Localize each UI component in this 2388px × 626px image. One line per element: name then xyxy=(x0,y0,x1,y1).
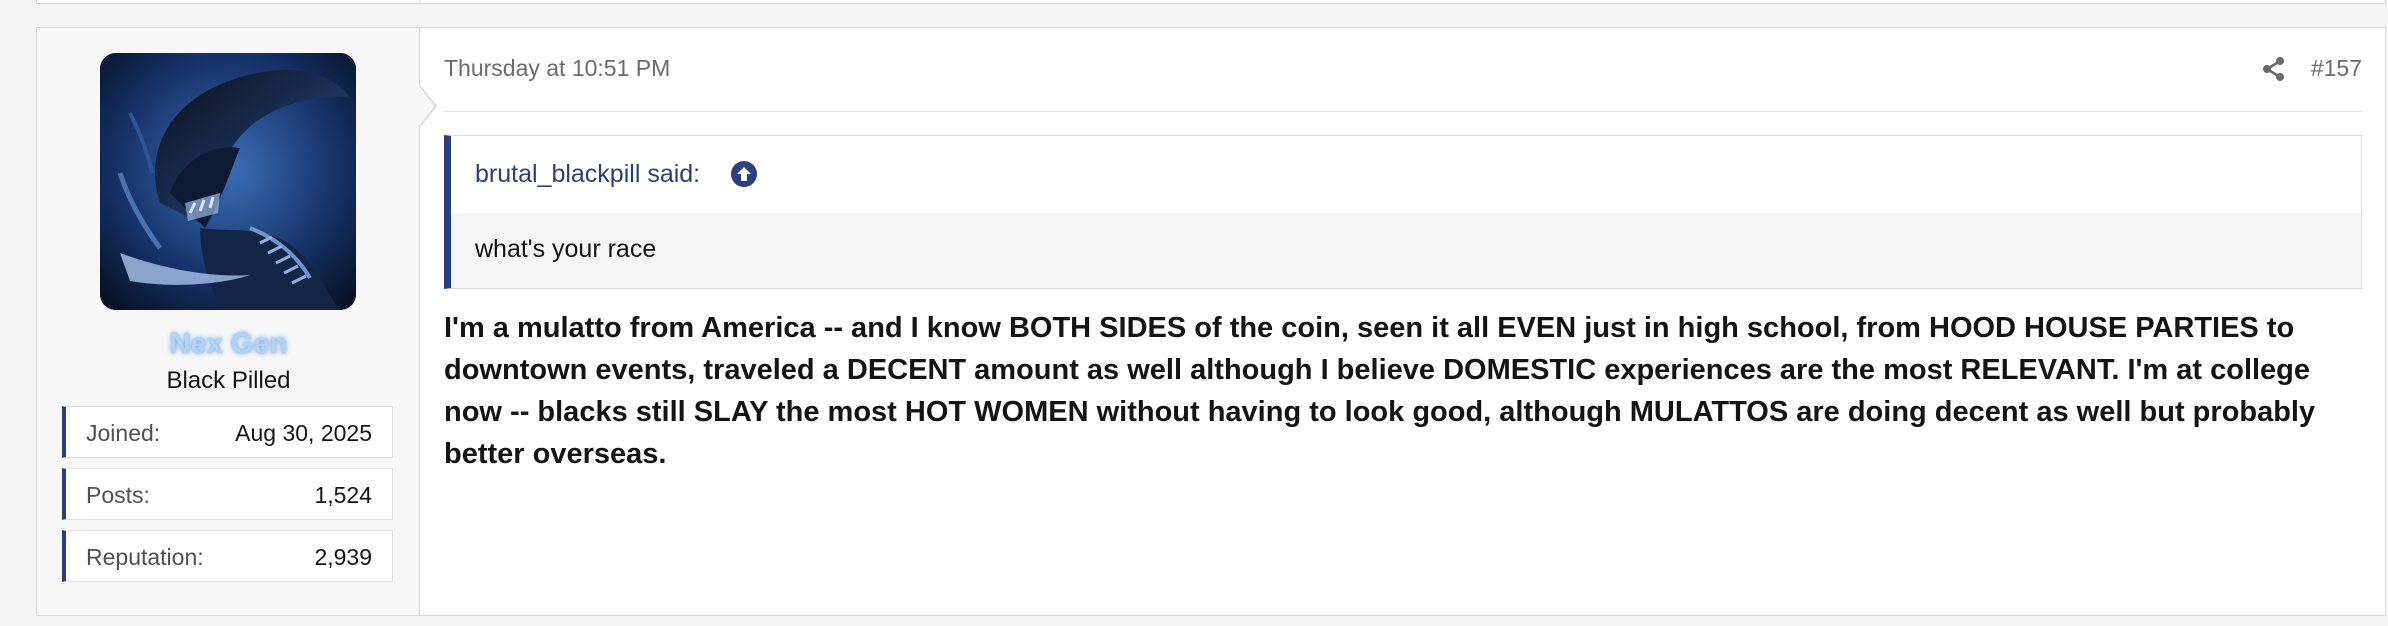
user-info-column: Nex Gen Black Pilled Joined: Aug 30, 202… xyxy=(37,28,420,615)
user-stats: Joined: Aug 30, 2025 Posts: 1,524 Reputa… xyxy=(62,406,393,592)
stat-posts: Posts: 1,524 xyxy=(62,468,393,520)
stat-value: 2,939 xyxy=(314,544,372,570)
forum-post: Nex Gen Black Pilled Joined: Aug 30, 202… xyxy=(36,27,2386,616)
quote-block: brutal_blackpill said: what's your race xyxy=(444,135,2362,289)
post-pointer-arrow xyxy=(418,84,437,128)
stat-joined: Joined: Aug 30, 2025 xyxy=(62,406,393,458)
stat-label: Reputation: xyxy=(86,544,204,570)
post-message: I'm a mulatto from America -- and I know… xyxy=(444,312,2316,470)
arrow-up-circle-icon[interactable] xyxy=(730,160,758,188)
stat-reputation: Reputation: 2,939 xyxy=(62,530,393,582)
post-header: Thursday at 10:51 PM #157 xyxy=(444,28,2362,112)
avatar[interactable] xyxy=(100,53,356,310)
share-icon[interactable] xyxy=(2260,55,2288,83)
quote-author[interactable]: brutal_blackpill said: xyxy=(475,160,700,189)
stat-label: Joined: xyxy=(86,420,161,446)
previous-post-edge xyxy=(36,0,2386,4)
username[interactable]: Nex Gen xyxy=(37,328,420,361)
quote-body: what's your race xyxy=(451,213,2361,288)
post-date[interactable]: Thursday at 10:51 PM xyxy=(444,55,670,82)
stat-value: 1,524 xyxy=(314,482,372,508)
stat-label: Posts: xyxy=(86,482,150,508)
post-content: Thursday at 10:51 PM #157 brutal_blackpi… xyxy=(444,28,2385,615)
stat-value: Aug 30, 2025 xyxy=(235,420,372,446)
user-title: Black Pilled xyxy=(166,367,291,394)
previous-post-divider xyxy=(419,0,420,3)
alien-avatar-image xyxy=(100,53,356,310)
post-number[interactable]: #157 xyxy=(2311,55,2362,82)
quote-header: brutal_blackpill said: xyxy=(451,136,2361,213)
quote-text: what's your race xyxy=(475,235,657,263)
